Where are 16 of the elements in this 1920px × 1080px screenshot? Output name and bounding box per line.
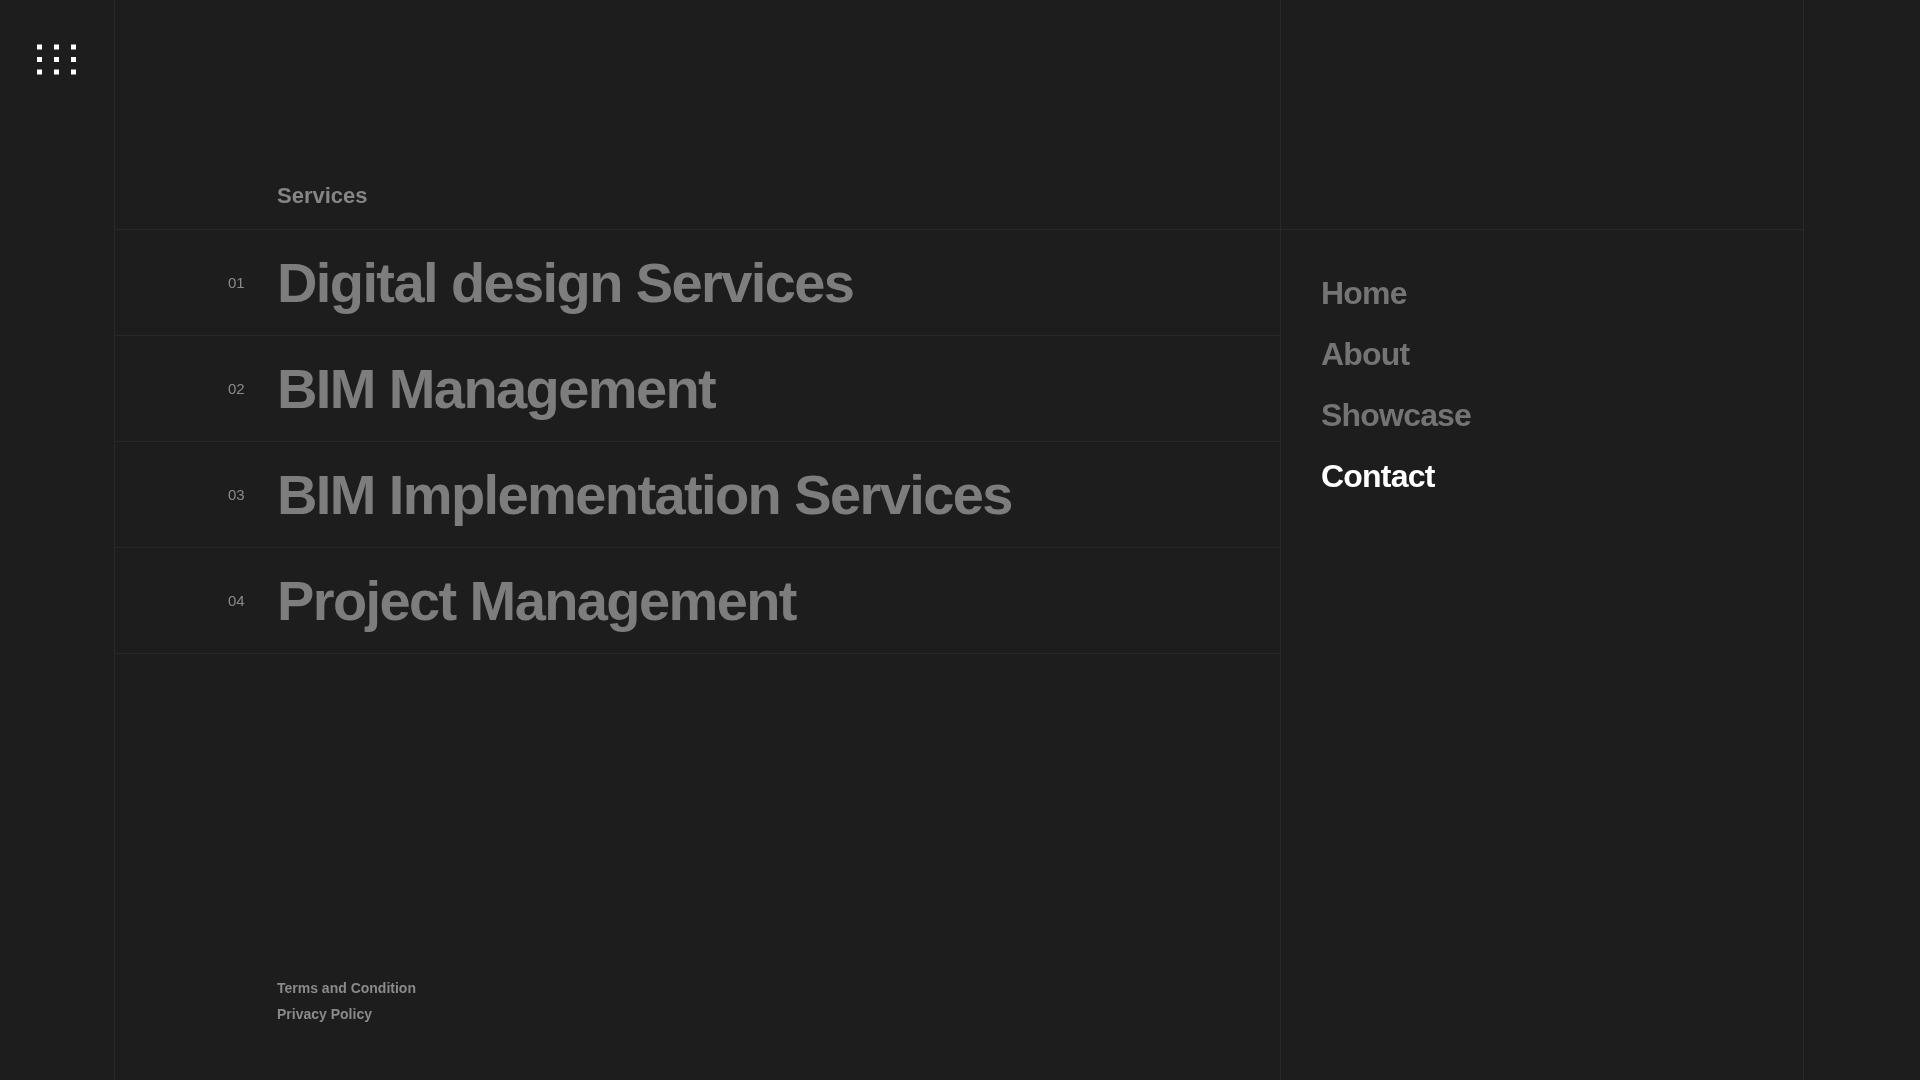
nav-link[interactable]: Showcase xyxy=(1321,396,1472,435)
footer-link[interactable]: Privacy Policy xyxy=(277,1006,372,1022)
section-label: Services xyxy=(277,183,368,209)
service-link[interactable]: BIM Management xyxy=(277,356,716,421)
service-number: 02 xyxy=(228,380,246,397)
nav-link[interactable]: Home xyxy=(1321,274,1407,313)
nav-link[interactable]: Contact xyxy=(1321,457,1435,496)
nav-link[interactable]: About xyxy=(1321,335,1410,374)
service-number: 03 xyxy=(228,486,246,503)
footer-link[interactable]: Terms and Condition xyxy=(277,980,416,996)
service-number: 04 xyxy=(228,592,246,609)
service-link[interactable]: BIM Implementation Services xyxy=(277,462,1012,527)
service-link[interactable]: Digital design Services xyxy=(277,250,854,315)
service-link[interactable]: Project Management xyxy=(277,568,796,633)
menu-icon[interactable] xyxy=(37,44,76,75)
service-number: 01 xyxy=(228,274,246,291)
